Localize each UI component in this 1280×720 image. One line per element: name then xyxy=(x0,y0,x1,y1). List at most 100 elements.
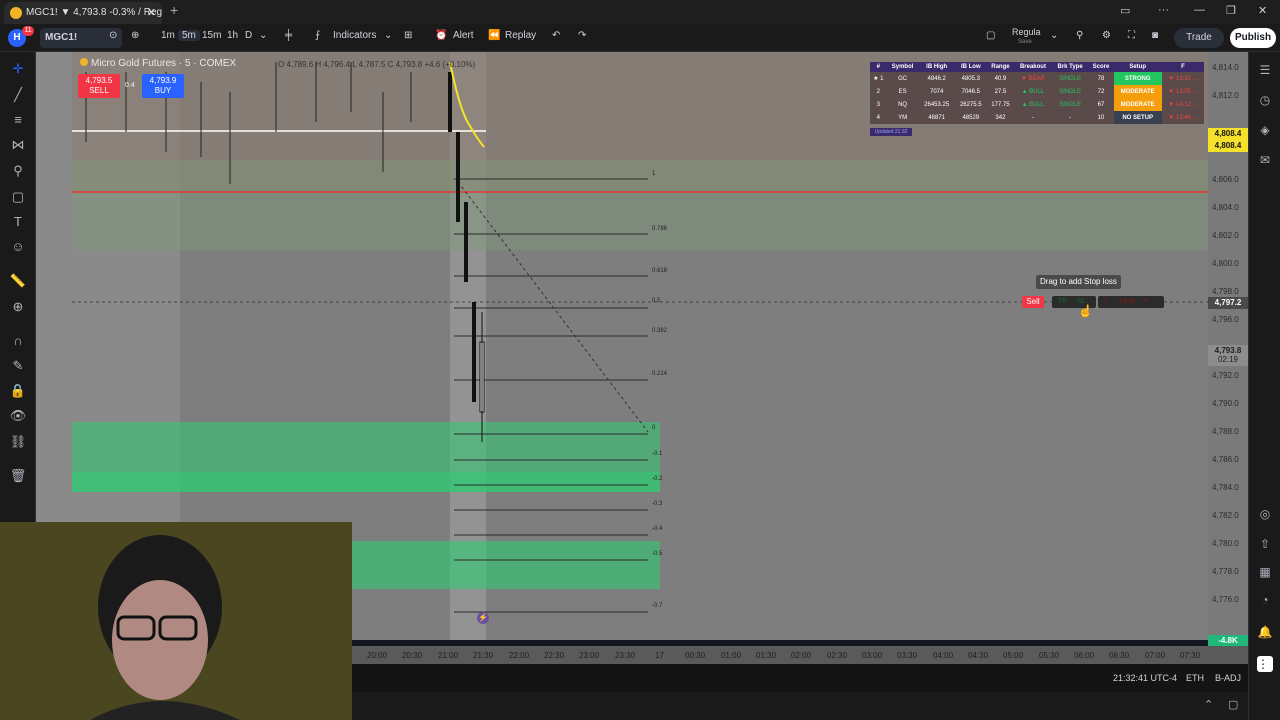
quick-sell-button[interactable]: 4,793.5 SELL xyxy=(78,74,120,98)
stay-drawing-icon[interactable]: ✎ xyxy=(9,357,27,375)
layout-icon[interactable]: ▢ xyxy=(986,30,995,41)
notifications-bell-icon[interactable]: 🔔 xyxy=(1257,624,1273,640)
session-toggle[interactable]: ETH xyxy=(1186,673,1204,683)
crosshair-icon[interactable]: ✛ xyxy=(9,60,27,78)
quick-search-icon[interactable]: ⚲ xyxy=(1076,30,1083,41)
snapshot-icon[interactable]: ◙ xyxy=(1152,30,1158,41)
row-setup: STRONG xyxy=(1113,72,1162,85)
price-tick: 4,804.0 xyxy=(1212,203,1239,212)
compare-icon[interactable]: ⊕ xyxy=(131,30,139,41)
more-icon[interactable]: ··· xyxy=(1158,4,1169,16)
indicators-button[interactable]: Indicators xyxy=(333,30,376,41)
time-tick: 21:00 xyxy=(438,651,459,660)
tp-label: TP xyxy=(1058,298,1067,305)
restore-icon[interactable]: ❐ xyxy=(1226,4,1236,17)
redo-icon[interactable]: ↷ xyxy=(578,30,586,41)
lightning-icon[interactable]: ⚡ xyxy=(477,612,489,624)
streamer-face-image xyxy=(0,522,352,720)
buy-label: BUY xyxy=(154,86,172,95)
layout-save-label: Save xyxy=(1018,39,1032,45)
quick-buy-button[interactable]: 4,793.9 BUY xyxy=(142,74,184,98)
templates-icon[interactable]: ⊞ xyxy=(404,30,412,41)
row-ib-low: 48529 xyxy=(954,111,987,124)
order-sell-button[interactable]: Sell xyxy=(1022,296,1044,308)
minimize-icon[interactable]: — xyxy=(1194,4,1205,16)
fullscreen-icon[interactable]: ⛶ xyxy=(1128,30,1135,41)
calendar-icon[interactable]: ▦ xyxy=(1257,564,1273,580)
row-range: 177.75 xyxy=(986,98,1015,111)
time-tick: 23:30 xyxy=(615,651,636,660)
chart-symbol-title[interactable]: Micro Gold Futures · 5 · COMEX xyxy=(80,58,236,69)
price-scale[interactable]: 4,814.0 4,812.0 4,808.4 4,808.4 4,806.0 … xyxy=(1208,52,1248,647)
alerts-clock-icon[interactable]: ◷ xyxy=(1257,92,1273,108)
pattern-tool-icon[interactable]: ⋈ xyxy=(9,136,27,154)
trade-button[interactable]: Trade xyxy=(1174,28,1224,48)
limit-order-handle[interactable]: 1 Limit ✕ xyxy=(1098,296,1164,308)
indicators-dropdown-icon[interactable]: ⌄ xyxy=(384,30,392,41)
settings-icon[interactable]: ⚙ xyxy=(1102,30,1111,41)
watchlist-icon[interactable]: ☰ xyxy=(1257,62,1273,78)
lock-icon[interactable]: 🔒 xyxy=(9,382,27,400)
close-tab-icon[interactable]: ✕ xyxy=(147,2,156,24)
link-icon[interactable]: ⛓ xyxy=(9,433,27,451)
fib-label: 0.5 xyxy=(652,298,661,304)
trendline-icon[interactable]: ╱ xyxy=(9,86,27,104)
fib-tool-icon[interactable]: ≡ xyxy=(9,111,27,129)
indicators-icon[interactable]: ⨍ xyxy=(315,30,320,41)
candle-type-icon[interactable]: ╪ xyxy=(285,30,292,41)
interval-d[interactable]: D xyxy=(245,30,252,41)
ideas-icon[interactable]: ⇧ xyxy=(1257,536,1273,552)
interval-1h[interactable]: 1h xyxy=(227,30,238,41)
emoji-icon[interactable]: ☺ xyxy=(9,238,27,256)
browser-tab[interactable]: MGC1! ▼ 4,793.8 -0.3% / Reg ✕ xyxy=(4,2,162,24)
drawing-toolbar: ✛ ╱ ≡ ⋈ ⚲ ▢ T ☺ 📏 ⊕ ∩ ✎ 🔒 👁 ⛓ 🗑 xyxy=(0,52,36,522)
row-setup: MODERATE xyxy=(1113,98,1162,111)
interval-15m[interactable]: 15m xyxy=(202,30,221,41)
favicon-icon xyxy=(10,7,22,19)
adjustment-toggle[interactable]: B-ADJ xyxy=(1215,673,1241,683)
new-tab-button[interactable]: + xyxy=(170,2,178,18)
interval-dropdown-icon[interactable]: ⌄ xyxy=(259,30,267,41)
table-updated-label: Updated 21:32 xyxy=(870,128,912,136)
symbol-info-icon[interactable]: ⊙ xyxy=(109,30,117,41)
forecast-tool-icon[interactable]: ⚲ xyxy=(9,162,27,180)
apps-grid-icon[interactable]: ⋮⋮ xyxy=(1257,656,1280,672)
time-tick: 03:00 xyxy=(862,651,883,660)
fib-label: -0.4 xyxy=(652,526,663,532)
row-last: ▼ 13:46 ... xyxy=(1161,111,1204,124)
interval-1m[interactable]: 1m xyxy=(161,30,175,41)
magnet-icon[interactable]: ∩ xyxy=(9,332,27,350)
collapse-panel-icon[interactable]: ⌃ xyxy=(1204,698,1213,711)
undo-icon[interactable]: ↶ xyxy=(552,30,560,41)
geometric-shapes-icon[interactable]: ▢ xyxy=(9,188,27,206)
layers-icon[interactable]: ◈ xyxy=(1257,122,1273,138)
news-feed-icon[interactable]: ◔ xyxy=(1257,592,1273,608)
publish-button[interactable]: Publish xyxy=(1230,28,1276,48)
target-icon[interactable]: ◎ xyxy=(1257,506,1273,522)
window-close-icon[interactable]: ✕ xyxy=(1258,4,1267,17)
replay-icon[interactable]: ⏪ xyxy=(488,30,500,41)
text-tool-icon[interactable]: T xyxy=(9,213,27,231)
alert-icon[interactable]: ⏰ xyxy=(435,30,447,41)
chat-icon[interactable]: ✉ xyxy=(1257,152,1273,168)
fib-label: 0 xyxy=(652,425,656,431)
price-tick: 4,788.0 xyxy=(1212,427,1239,436)
trash-icon[interactable]: 🗑 xyxy=(9,467,27,485)
layout-name[interactable]: Regula xyxy=(1012,27,1041,37)
cancel-order-icon[interactable]: ✕ xyxy=(1143,298,1149,305)
hide-drawings-icon[interactable]: 👁 xyxy=(9,407,27,425)
cast-icon[interactable]: ▭ xyxy=(1120,4,1130,17)
interval-5m[interactable]: 5m xyxy=(178,30,200,41)
price-tick: 4,796.0 xyxy=(1212,315,1239,324)
clock-display[interactable]: 21:32:41 UTC-4 xyxy=(1113,673,1177,683)
ruler-icon[interactable]: 📏 xyxy=(9,272,27,290)
mouse-cursor-icon: ☝ xyxy=(1078,304,1093,318)
time-scale[interactable]: 20:00 20:30 21:00 21:30 22:00 22:30 23:0… xyxy=(352,646,1248,664)
replay-button[interactable]: Replay xyxy=(505,30,536,41)
demand-zone-2 xyxy=(352,541,660,589)
maximize-panel-icon[interactable]: ▢ xyxy=(1228,698,1238,711)
zoom-in-icon[interactable]: ⊕ xyxy=(9,298,27,316)
trade-label: Trade xyxy=(1186,32,1212,43)
layout-dropdown-icon[interactable]: ⌄ xyxy=(1050,30,1058,41)
alert-button[interactable]: Alert xyxy=(453,30,474,41)
